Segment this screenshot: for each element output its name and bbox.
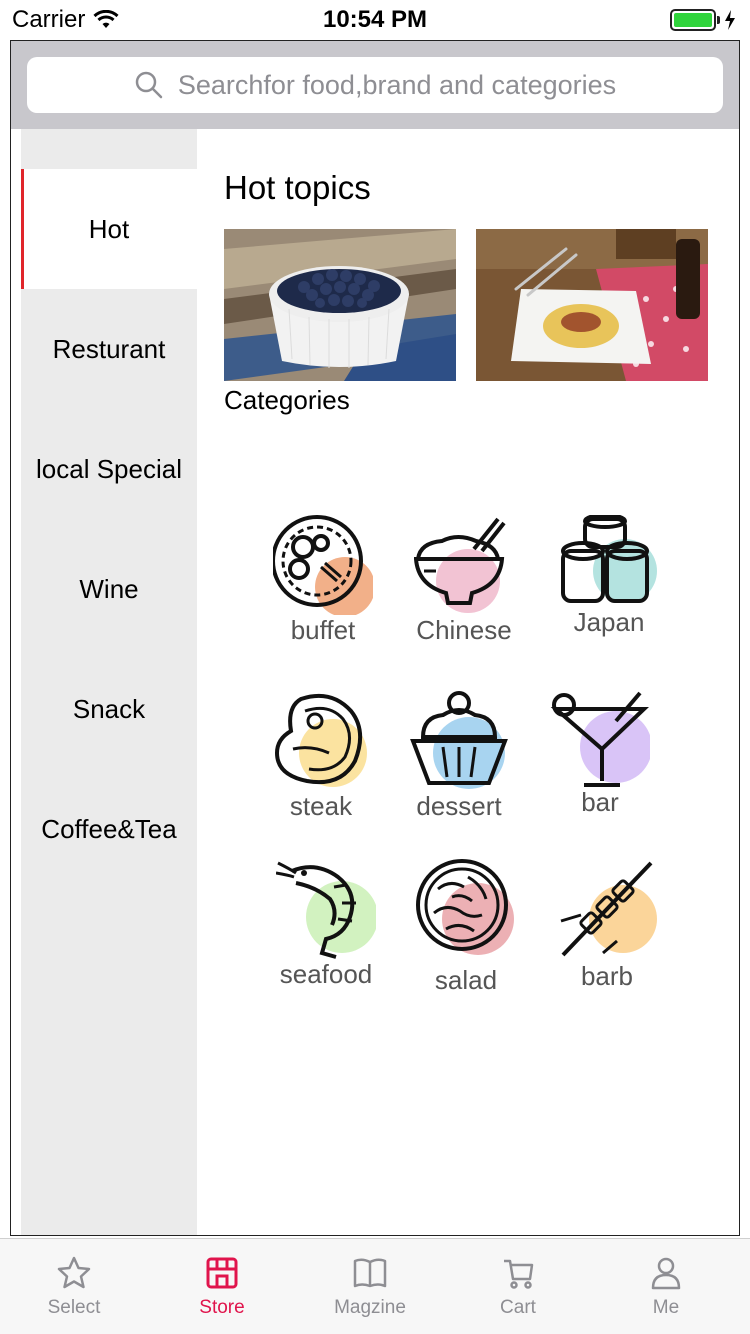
cocktail-icon bbox=[550, 691, 650, 787]
category-sidebar: Hot Resturant local Special Wine Snack C… bbox=[21, 129, 197, 1235]
category-steak[interactable]: steak bbox=[251, 691, 391, 841]
sidebar-item-wine[interactable]: Wine bbox=[21, 529, 197, 649]
search-bar: Searchfor food,brand and categories bbox=[11, 41, 739, 129]
person-icon bbox=[651, 1257, 681, 1290]
clock: 10:54 PM bbox=[322, 6, 428, 33]
category-bar[interactable]: bar bbox=[530, 691, 670, 841]
search-placeholder: Searchfor food,brand and categories bbox=[177, 69, 617, 100]
search-input[interactable]: Searchfor food,brand and categories bbox=[27, 57, 723, 113]
charging-icon bbox=[725, 10, 735, 30]
store-icon bbox=[206, 1257, 238, 1289]
category-label-buffet: buffet bbox=[290, 615, 356, 645]
category-label-chinese: Chinese bbox=[416, 615, 512, 645]
category-seafood[interactable]: seafood bbox=[256, 859, 396, 1009]
tab-cart-label: Cart bbox=[500, 1297, 536, 1318]
tab-bar: Select Store Magzine Cart Me bbox=[0, 1238, 750, 1334]
category-buffet[interactable]: buffet bbox=[253, 515, 393, 665]
book-icon bbox=[353, 1258, 387, 1288]
tab-store[interactable]: Store bbox=[148, 1239, 296, 1334]
category-japan[interactable]: Japan bbox=[539, 515, 679, 665]
category-label-seafood: seafood bbox=[279, 959, 373, 989]
ice-cream-icon bbox=[410, 691, 508, 789]
category-barb[interactable]: barb bbox=[537, 859, 677, 1009]
sidebar-item-hot[interactable]: Hot bbox=[21, 169, 197, 289]
star-icon bbox=[57, 1256, 91, 1289]
hot-topic-blueberries-image[interactable] bbox=[224, 229, 456, 381]
shrimp-icon bbox=[276, 861, 376, 959]
tab-select-label: Select bbox=[47, 1297, 101, 1318]
steak-icon bbox=[274, 694, 367, 787]
salad-icon bbox=[416, 859, 514, 955]
sidebar-item-local-special[interactable]: local Special bbox=[21, 409, 197, 529]
category-label-barb: barb bbox=[580, 961, 634, 991]
cart-icon bbox=[504, 1259, 534, 1289]
tab-store-label: Store bbox=[199, 1297, 245, 1318]
tab-me-label: Me bbox=[652, 1297, 680, 1318]
battery-indicator bbox=[670, 9, 736, 31]
category-label-steak: steak bbox=[289, 791, 353, 821]
category-salad[interactable]: salad bbox=[396, 859, 536, 1009]
category-label-bar: bar bbox=[581, 787, 619, 817]
category-dessert[interactable]: dessert bbox=[389, 691, 529, 841]
tab-magzine[interactable]: Magzine bbox=[296, 1239, 444, 1334]
sidebar-item-resturant[interactable]: Resturant bbox=[21, 289, 197, 409]
rice-bowl-icon bbox=[414, 517, 506, 613]
status-bar: Carrier 10:54 PM bbox=[0, 0, 750, 40]
search-icon bbox=[135, 71, 163, 99]
app-frame: Searchfor food,brand and categories Hot … bbox=[10, 40, 740, 1236]
main-content: Hot topics Categories buffet Chinese Jap… bbox=[197, 129, 739, 1235]
tab-cart[interactable]: Cart bbox=[444, 1239, 592, 1334]
sushi-icon bbox=[561, 515, 657, 603]
tab-me[interactable]: Me bbox=[592, 1239, 740, 1334]
buffet-icon bbox=[273, 515, 373, 615]
category-label-japan: Japan bbox=[573, 607, 645, 637]
tab-select[interactable]: Select bbox=[0, 1239, 148, 1334]
category-chinese[interactable]: Chinese bbox=[394, 515, 534, 665]
category-label-dessert: dessert bbox=[416, 791, 502, 821]
sidebar-item-coffee-tea[interactable]: Coffee&Tea bbox=[21, 769, 197, 889]
category-label-salad: salad bbox=[434, 965, 498, 995]
sidebar-item-snack[interactable]: Snack bbox=[21, 649, 197, 769]
tab-magzine-label: Magzine bbox=[334, 1297, 406, 1318]
categories-title: Categories bbox=[224, 385, 350, 415]
hot-topics-title: Hot topics bbox=[224, 169, 371, 206]
hot-topic-pasta-image[interactable] bbox=[476, 229, 708, 381]
skewer-icon bbox=[560, 861, 657, 957]
battery-icon bbox=[670, 9, 716, 31]
